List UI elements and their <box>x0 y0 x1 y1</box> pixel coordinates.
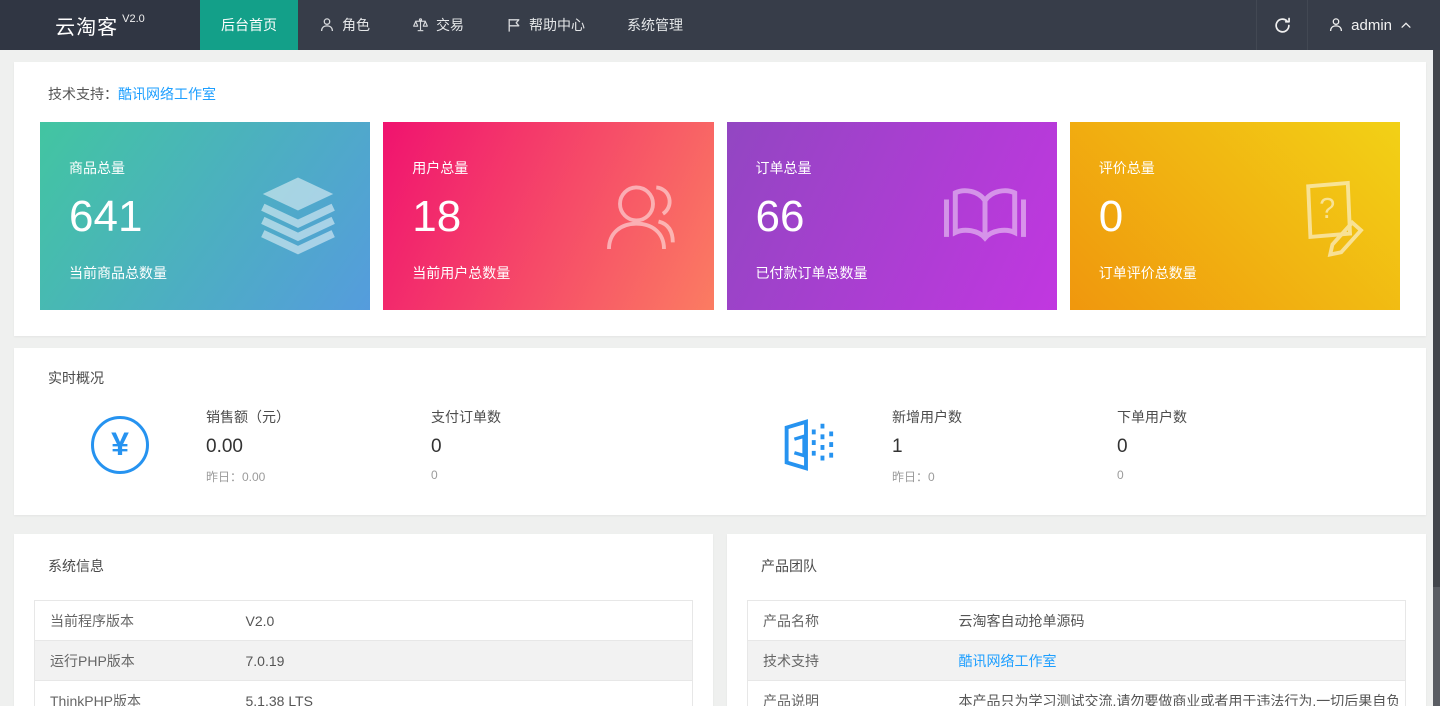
stat-card-reviews: 评价总量 0 订单评价总数量 ? <box>1070 122 1400 310</box>
realtime-col-sales: 销售额（元） 0.00 昨日：0.00 <box>206 404 431 485</box>
product-team-title: 产品团队 <box>747 556 1406 576</box>
stat-cards-row: 商品总量 641 当前商品总数量 用户总量 18 当前用户总数量 <box>34 122 1406 310</box>
realtime-col-new-users: 新增用户数 1 昨日：0 <box>892 404 1117 485</box>
rt-label: 下单用户数 <box>1117 407 1342 427</box>
row-label: ThinkPHP版本 <box>35 681 231 706</box>
door-panels-icon <box>720 404 892 485</box>
support-prefix: 技术支持： <box>48 86 118 102</box>
realtime-title: 实时概况 <box>34 368 1406 388</box>
row-label: 技术支持 <box>748 641 944 681</box>
row-label: 产品名称 <box>748 601 944 641</box>
refresh-button[interactable] <box>1256 0 1308 50</box>
stat-card-products: 商品总量 641 当前商品总数量 <box>40 122 370 310</box>
nav-item-roles[interactable]: 角色 <box>298 0 391 50</box>
nav-item-label: 帮助中心 <box>529 15 585 35</box>
flag-icon <box>506 17 522 33</box>
system-info-panel: 系统信息 当前程序版本 V2.0 运行PHP版本 7.0.19 ThinkPHP… <box>14 534 713 706</box>
users-icon <box>598 172 686 260</box>
row-value: V2.0 <box>231 601 693 641</box>
username-label: admin <box>1351 17 1392 34</box>
row-label: 运行PHP版本 <box>35 641 231 681</box>
rt-value: 1 <box>892 436 1117 458</box>
table-row: 产品名称 云淘客自动抢单源码 <box>748 601 1406 641</box>
row-value: 本产品只为学习测试交流,请勿要做商业或者用于违法行为,一切后果自负 <box>944 681 1406 706</box>
main-content: 技术支持：酷讯网络工作室 商品总量 641 当前商品总数量 用户总量 <box>0 50 1440 706</box>
nav-item-label: 系统管理 <box>627 15 683 35</box>
app-logo[interactable]: 云淘客 V2.0 <box>0 0 200 50</box>
chevron-up-icon <box>1399 18 1413 32</box>
top-navbar: 云淘客 V2.0 后台首页 角色 交易 <box>0 0 1440 50</box>
stat-desc: 当前用户总数量 <box>412 263 713 283</box>
svg-text:?: ? <box>1319 193 1335 225</box>
nav-item-dashboard[interactable]: 后台首页 <box>200 0 298 50</box>
yen-circle-icon: ¥ <box>34 404 206 485</box>
table-row: 运行PHP版本 7.0.19 <box>35 641 693 681</box>
nav-item-help-center[interactable]: 帮助中心 <box>485 0 606 50</box>
rt-value: 0 <box>431 436 656 458</box>
row-value: 5.1.38 LTS <box>231 681 693 706</box>
rt-label: 支付订单数 <box>431 407 656 427</box>
nav-item-label: 角色 <box>342 15 370 35</box>
row-value: 7.0.19 <box>231 641 693 681</box>
page-scrollbar[interactable] <box>1433 50 1440 706</box>
stat-desc: 当前商品总数量 <box>69 263 370 283</box>
table-row: 产品说明 本产品只为学习测试交流,请勿要做商业或者用于违法行为,一切后果自负 <box>748 681 1406 706</box>
app-version: V2.0 <box>122 13 145 25</box>
rt-sub: 昨日：0.00 <box>206 468 431 485</box>
realtime-col-ordering-users: 下单用户数 0 0 <box>1117 404 1342 485</box>
realtime-col-paid-orders: 支付订单数 0 0 <box>431 404 656 485</box>
stat-card-users: 用户总量 18 当前用户总数量 <box>383 122 713 310</box>
nav-item-system-management[interactable]: 系统管理 <box>606 0 704 50</box>
realtime-panel: 实时概况 ¥ 销售额（元） 0.00 昨日：0.00 支付订单数 0 0 <box>14 348 1426 515</box>
user-icon <box>1328 17 1344 33</box>
product-team-panel: 产品团队 产品名称 云淘客自动抢单源码 技术支持 酷讯网络工作室 产品说明 本产… <box>727 534 1426 706</box>
layers-icon <box>254 172 342 260</box>
system-info-title: 系统信息 <box>34 556 693 576</box>
bottom-panels-row: 系统信息 当前程序版本 V2.0 运行PHP版本 7.0.19 ThinkPHP… <box>14 534 1426 706</box>
book-icon <box>941 172 1029 260</box>
support-line: 技术支持：酷讯网络工作室 <box>34 84 1406 104</box>
navbar-right-controls: admin <box>1256 0 1433 50</box>
row-label: 当前程序版本 <box>35 601 231 641</box>
system-info-table: 当前程序版本 V2.0 运行PHP版本 7.0.19 ThinkPHP版本 5.… <box>34 600 693 706</box>
app-title: 云淘客 <box>55 11 118 40</box>
rt-sub: 0 <box>1117 468 1342 482</box>
row-value: 云淘客自动抢单源码 <box>944 601 1406 641</box>
team-support-link[interactable]: 酷讯网络工作室 <box>959 653 1057 669</box>
rt-value: 0.00 <box>206 436 431 458</box>
rt-label: 销售额（元） <box>206 407 431 427</box>
rt-sub: 昨日：0 <box>892 468 1117 485</box>
table-row: 技术支持 酷讯网络工作室 <box>748 641 1406 681</box>
overview-panel: 技术支持：酷讯网络工作室 商品总量 641 当前商品总数量 用户总量 <box>14 62 1426 336</box>
table-row: ThinkPHP版本 5.1.38 LTS <box>35 681 693 706</box>
stat-desc: 订单评价总数量 <box>1099 263 1400 283</box>
main-nav: 后台首页 角色 交易 <box>200 0 1256 50</box>
nav-item-label: 后台首页 <box>221 15 277 35</box>
stat-card-orders: 订单总量 66 已付款订单总数量 <box>727 122 1057 310</box>
stat-desc: 已付款订单总数量 <box>756 263 1057 283</box>
rt-value: 0 <box>1117 436 1342 458</box>
realtime-row: ¥ 销售额（元） 0.00 昨日：0.00 支付订单数 0 0 <box>34 404 1406 485</box>
user-menu[interactable]: admin <box>1308 0 1433 50</box>
support-link[interactable]: 酷讯网络工作室 <box>118 86 216 102</box>
scrollbar-thumb[interactable] <box>1433 50 1440 587</box>
table-row: 当前程序版本 V2.0 <box>35 601 693 641</box>
nav-item-trade[interactable]: 交易 <box>391 0 485 50</box>
user-icon <box>319 17 335 33</box>
review-icon: ? <box>1284 172 1372 260</box>
scale-icon <box>412 17 429 33</box>
product-team-table: 产品名称 云淘客自动抢单源码 技术支持 酷讯网络工作室 产品说明 本产品只为学习… <box>747 600 1406 706</box>
realtime-group-users: 新增用户数 1 昨日：0 下单用户数 0 0 <box>720 404 1406 485</box>
row-label: 产品说明 <box>748 681 944 706</box>
nav-item-label: 交易 <box>436 15 464 35</box>
refresh-icon <box>1273 16 1292 35</box>
rt-sub: 0 <box>431 468 656 482</box>
realtime-group-sales: ¥ 销售额（元） 0.00 昨日：0.00 支付订单数 0 0 <box>34 404 720 485</box>
rt-label: 新增用户数 <box>892 407 1117 427</box>
